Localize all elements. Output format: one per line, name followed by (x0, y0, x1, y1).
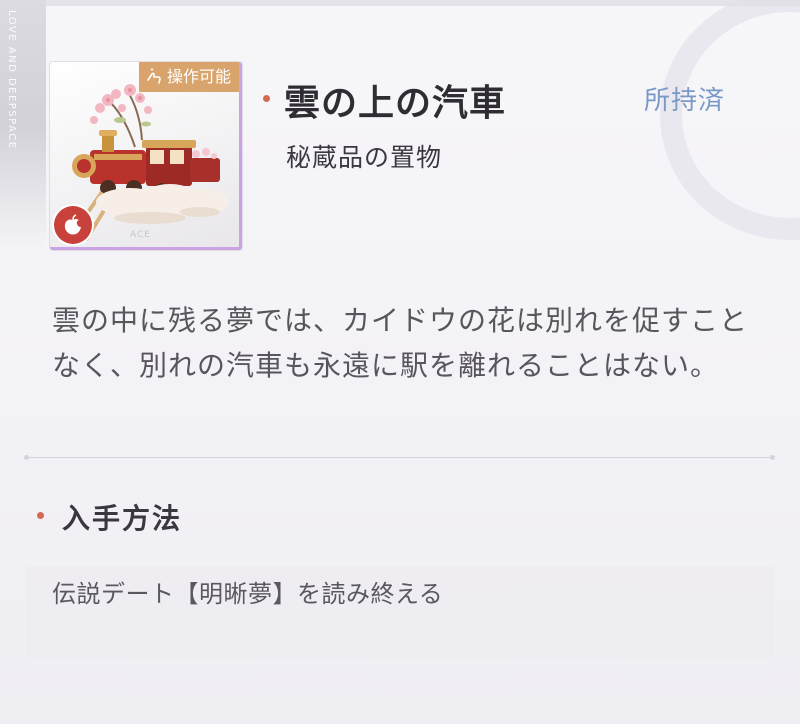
acquisition-source: 伝説デート【明晰夢】を読み終える (52, 580, 444, 608)
item-thumbnail[interactable]: 操作可能 ACE (50, 62, 242, 250)
thumbnail-watermark: ACE (130, 230, 151, 240)
owned-status: 所持済 (644, 86, 726, 116)
side-decor-text: LOVE AND DEEPSPACE (6, 10, 17, 150)
apple-bite-icon (54, 206, 92, 244)
title-bullet (263, 95, 270, 102)
top-decor-band (0, 0, 800, 6)
divider-end-left (24, 455, 29, 460)
item-type: 秘蔵品の置物 (286, 143, 443, 172)
side-decor-strip: LOVE AND DEEPSPACE (0, 0, 46, 250)
hand-tap-icon (147, 68, 161, 84)
divider (26, 457, 774, 458)
item-title: 雲の上の汽車 (284, 82, 507, 124)
section-bullet (37, 512, 44, 519)
acquisition-title: 入手方法 (62, 502, 183, 535)
divider-end-right (770, 455, 775, 460)
item-detail-panel: LOVE AND DEEPSPACE 操作可能 ACE 雲の上の汽車 所持済 秘… (0, 0, 800, 724)
decor-arc (660, 0, 800, 240)
operable-badge: 操作可能 (138, 62, 239, 92)
operable-badge-label: 操作可能 (166, 67, 231, 86)
item-description: 雲の中に残る夢では、カイドウの花は別れを促すことなく、別れの汽車も永遠に駅を離れ… (52, 304, 749, 382)
